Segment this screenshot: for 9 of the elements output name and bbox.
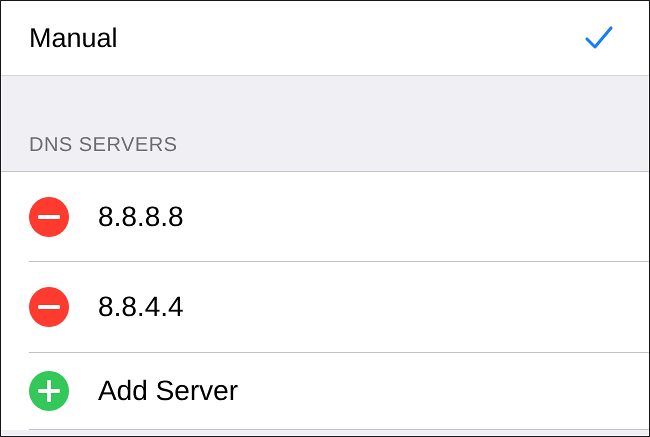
add-server-label[interactable]: Add Server (98, 375, 238, 407)
option-label: Manual (29, 22, 118, 54)
server-address: 8.8.8.8 (98, 200, 184, 232)
option-row[interactable]: Manual (1, 1, 649, 76)
server-address: 8.8.4.4 (98, 291, 184, 323)
remove-icon[interactable] (29, 287, 69, 327)
section-header: DNS SERVERS (29, 134, 178, 157)
add-icon[interactable] (29, 371, 69, 411)
remove-icon[interactable] (29, 196, 69, 236)
